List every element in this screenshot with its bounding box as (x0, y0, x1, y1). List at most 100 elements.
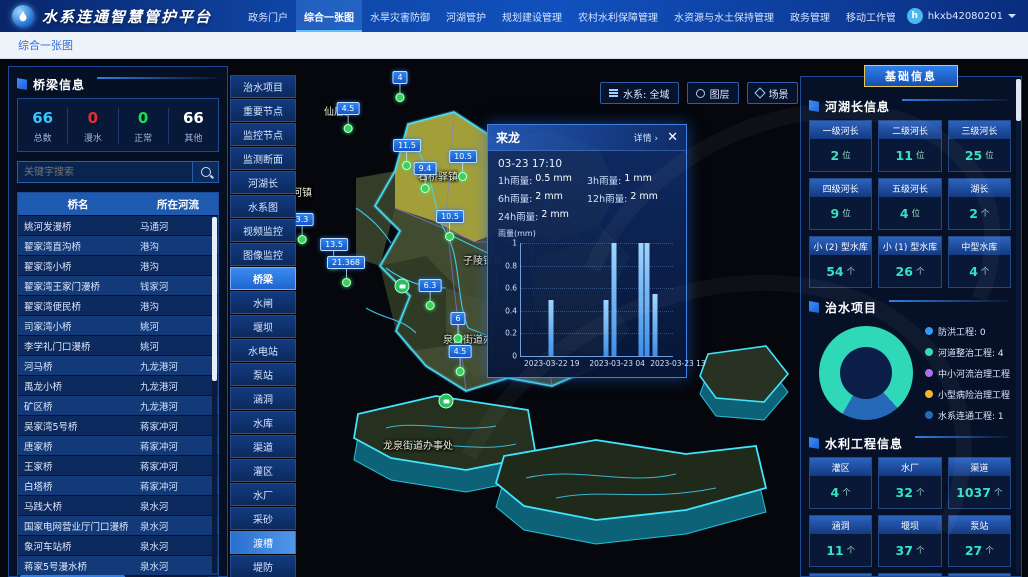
base-info-tab[interactable]: 基础信息 (864, 65, 958, 87)
layer-item-水库[interactable]: 水库 (230, 411, 296, 434)
stat-card-水库[interactable]: 水库47个 (809, 573, 872, 577)
panel-title: 桥梁信息 (33, 76, 85, 93)
table-row[interactable]: 蒋家5号漫水桥泉水河 (18, 556, 218, 575)
layer-item-水厂[interactable]: 水厂 (230, 483, 296, 506)
bridge-name-cell: 白塔桥 (18, 479, 134, 493)
stat-card-value: 9位 (810, 197, 871, 229)
table-row[interactable]: 矿区桥九龙港河 (18, 396, 218, 415)
layer-item-涵洞[interactable]: 涵洞 (230, 387, 296, 410)
search-button[interactable] (193, 161, 219, 183)
layer-item-视频监控[interactable]: 视频监控 (230, 219, 296, 242)
user-menu[interactable]: h hkxb42080201 (907, 8, 1016, 24)
nav-item-5[interactable]: 规划建设管理 (494, 0, 570, 32)
layer-item-堤防[interactable]: 堤防 (230, 555, 296, 577)
layer-item-重要节点[interactable]: 重要节点 (230, 99, 296, 122)
stat-card-涵洞[interactable]: 涵洞11个 (809, 515, 872, 567)
water-system-select[interactable]: 水系: 全域 (600, 82, 679, 104)
table-row[interactable]: 唐家桥蒋家冲河 (18, 436, 218, 455)
table-row[interactable]: 翟家湾便民桥港沟 (18, 296, 218, 315)
stat-card-value: 1037个 (949, 476, 1010, 508)
table-row[interactable]: 马践大桥泉水河 (18, 496, 218, 515)
layer-item-灌区[interactable]: 灌区 (230, 459, 296, 482)
stat-card-value: 4位 (879, 197, 940, 229)
stat-card-渠道[interactable]: 渠道1037个 (948, 457, 1011, 509)
nav-item-4[interactable]: 河湖管护 (438, 0, 494, 32)
table-row[interactable]: 司家湾小桥姚河 (18, 316, 218, 335)
station-marker[interactable]: 6 (450, 312, 465, 343)
table-row[interactable]: 河马桥九龙港河 (18, 356, 218, 375)
stat-card-水厂[interactable]: 水厂32个 (878, 457, 941, 509)
stat-card-小 (2) 型水库[interactable]: 小 (2) 型水库54个 (809, 236, 872, 288)
camera-icon[interactable] (439, 394, 454, 409)
nav-item-8[interactable]: 政务管理 (782, 0, 838, 32)
panel-scrollbar[interactable] (1016, 79, 1021, 573)
station-marker[interactable]: 4.5 (449, 345, 472, 376)
layer-item-堰坝[interactable]: 堰坝 (230, 315, 296, 338)
stat-card-堰坝[interactable]: 堰坝37个 (878, 515, 941, 567)
layer-item-监控节点[interactable]: 监控节点 (230, 123, 296, 146)
stat-card-一级河长[interactable]: 一级河长2位 (809, 120, 872, 172)
station-marker[interactable]: 4.5 (337, 102, 360, 133)
close-icon[interactable]: ✕ (667, 131, 678, 144)
breadcrumb[interactable]: 综合一张图 (18, 37, 73, 53)
stat-card-泵站[interactable]: 泵站27个 (948, 515, 1011, 567)
station-marker[interactable]: 10.5 (449, 150, 477, 181)
table-row[interactable]: 禹龙小桥九龙港河 (18, 376, 218, 395)
stat-card-二级河长[interactable]: 二级河长11位 (878, 120, 941, 172)
table-row[interactable]: 姚河发漫桥马通河 (18, 216, 218, 235)
main-nav: 政务门户综合一张图水旱灾害防御河湖管护规划建设管理农村水利保障管理水资源与水土保… (240, 0, 895, 32)
layer-item-图像监控[interactable]: 图像监控 (230, 243, 296, 266)
popup-details-link[interactable]: 详情 › (634, 131, 659, 144)
stat-card-number: 4 (969, 264, 978, 279)
table-row[interactable]: 王家桥蒋家冲河 (18, 456, 218, 475)
stat-card-label: 渠道 (949, 458, 1010, 476)
station-marker[interactable]: 6.3 (419, 279, 442, 310)
stat-card-湖长[interactable]: 湖长2个 (948, 178, 1011, 230)
station-marker[interactable]: 21.368 (327, 256, 365, 287)
layer-item-治水项目[interactable]: 治水项目 (230, 75, 296, 98)
table-row[interactable]: 象河车站桥泉水河 (18, 536, 218, 555)
layer-item-水电站[interactable]: 水电站 (230, 339, 296, 362)
table-row[interactable]: 翟家湾小桥港沟 (18, 256, 218, 275)
layer-item-监测断面[interactable]: 监测断面 (230, 147, 296, 170)
table-row[interactable]: 翟家湾王家门漫桥钱家河 (18, 276, 218, 295)
station-marker[interactable]: 9.4 (414, 162, 437, 193)
nav-item-3[interactable]: 水旱灾害防御 (362, 0, 438, 32)
station-marker[interactable]: 4 (392, 71, 407, 102)
table-row[interactable]: 国家电网营业厅门口漫桥泉水河 (18, 516, 218, 535)
layer-item-渡槽[interactable]: 渡槽 (230, 531, 296, 554)
table-row[interactable]: 吴家湾5号桥蒋家冲河 (18, 416, 218, 435)
stat-card-水电站[interactable]: 水电站3个 (948, 573, 1011, 577)
nav-item-1[interactable]: 政务门户 (240, 0, 296, 32)
layer-item-泵站[interactable]: 泵站 (230, 363, 296, 386)
stat-card-小 (1) 型水库[interactable]: 小 (1) 型水库26个 (878, 236, 941, 288)
layer-item-水系图[interactable]: 水系图 (230, 195, 296, 218)
layer-item-桥梁[interactable]: 桥梁 (230, 267, 296, 290)
stat-card-灌区[interactable]: 灌区4个 (809, 457, 872, 509)
nav-item-9[interactable]: 移动工作管理 (838, 0, 895, 32)
stat-card-桥梁[interactable]: 桥梁66个 (878, 573, 941, 577)
layer-item-水闸[interactable]: 水闸 (230, 291, 296, 314)
table-row[interactable]: 李学礼门口漫桥姚河 (18, 336, 218, 355)
vertical-scrollbar[interactable] (212, 217, 217, 573)
stat-card-number: 25 (965, 148, 982, 163)
layers-button[interactable]: 图层 (687, 82, 739, 104)
stat-card-四级河长[interactable]: 四级河长9位 (809, 178, 872, 230)
nav-item-2[interactable]: 综合一张图 (296, 0, 362, 32)
station-marker[interactable]: 3.3 (296, 213, 313, 244)
stat-card-中型水库[interactable]: 中型水库4个 (948, 236, 1011, 288)
camera-icon[interactable] (395, 279, 410, 294)
stat-card-三级河长[interactable]: 三级河长25位 (948, 120, 1011, 172)
stat-card-五级河长[interactable]: 五级河长4位 (878, 178, 941, 230)
layer-item-河湖长[interactable]: 河湖长 (230, 171, 296, 194)
scene-button[interactable]: 场景 (747, 82, 798, 104)
layer-item-渠道[interactable]: 渠道 (230, 435, 296, 458)
search-input[interactable] (17, 161, 193, 183)
table-row[interactable]: 翟家湾直沟桥港沟 (18, 236, 218, 255)
nav-item-7[interactable]: 水资源与水土保持管理 (666, 0, 782, 32)
base-info-panel: 基础信息 河湖长信息 一级河长2位二级河长11位三级河长25位四级河长9位五级河… (800, 65, 1022, 577)
nav-item-6[interactable]: 农村水利保障管理 (570, 0, 666, 32)
station-marker[interactable]: 10.5 (436, 210, 464, 241)
table-row[interactable]: 白塔桥蒋家冲河 (18, 476, 218, 495)
layer-item-采砂[interactable]: 采砂 (230, 507, 296, 530)
